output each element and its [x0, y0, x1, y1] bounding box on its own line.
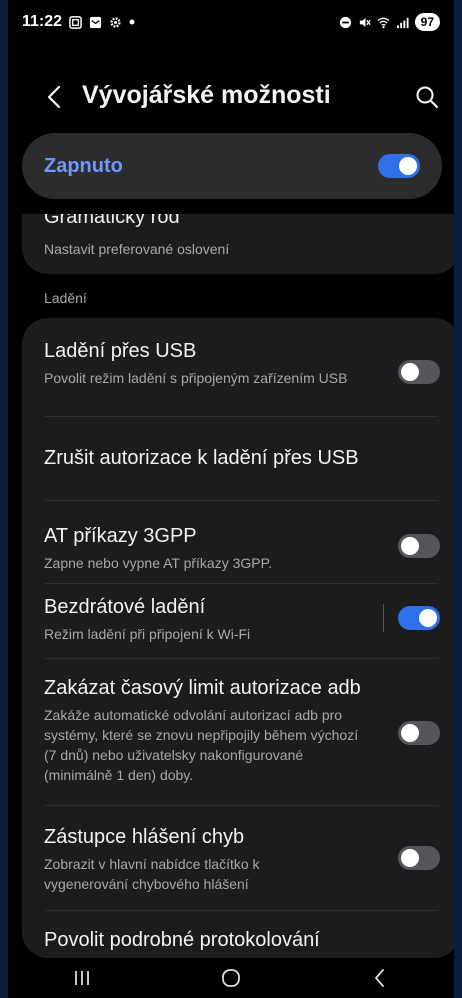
home-icon[interactable] [219, 966, 243, 990]
settings-card: Ladění přes USB Povolit režim ladění s p… [22, 318, 454, 958]
setting-verbose-logging[interactable]: Povolit podrobné protokolování [22, 911, 454, 958]
setting-title: Zakázat časový limit autorizace adb [44, 677, 361, 699]
screenshot-icon [69, 15, 82, 29]
bug-report-toggle[interactable] [398, 846, 440, 870]
app-bar: Vývojářské možnosti [8, 72, 454, 122]
setting-title: AT příkazy 3GPP [44, 525, 197, 547]
dnd-icon [339, 16, 351, 28]
at-commands-toggle[interactable] [398, 534, 440, 558]
status-bar: 11:22 97 [8, 0, 454, 44]
setting-title: Ladění přes USB [44, 340, 197, 362]
setting-usb-debugging[interactable]: Ladění přes USB Povolit režim ladění s p… [22, 318, 454, 416]
master-switch-bar[interactable]: Zapnuto [22, 133, 442, 199]
list-item-partial[interactable]: Gramatický rod Nastavit preferované oslo… [22, 214, 454, 274]
wireless-debugging-toggle[interactable] [398, 606, 440, 630]
navigation-bar [8, 958, 454, 998]
setting-title: Zrušit autorizace k ladění přes USB [44, 447, 359, 469]
section-header: Ladění [44, 290, 87, 306]
setting-subtitle: Zakáže automatické odvolání autorizací a… [44, 707, 359, 783]
signal-icon [396, 17, 409, 28]
adb-timeout-toggle[interactable] [398, 721, 440, 745]
master-switch-label: Zapnuto [44, 154, 123, 177]
vertical-separator [383, 604, 384, 632]
master-toggle[interactable] [378, 154, 420, 178]
setting-subtitle: Zobrazit v hlavní nabídce tlačítko k vyg… [44, 856, 260, 892]
usb-debugging-toggle[interactable] [398, 360, 440, 384]
setting-at-commands[interactable]: AT příkazy 3GPP Zapne nebo vypne AT přík… [22, 501, 454, 583]
setting-subtitle: Povolit režim ladění s připojeným zaříze… [44, 370, 348, 386]
setting-title: Zástupce hlášení chyb [44, 826, 245, 848]
wifi-icon [377, 17, 390, 28]
list-item-subtitle: Nastavit preferované oslovení [44, 241, 230, 257]
battery-badge: 97 [414, 13, 440, 31]
recents-icon[interactable] [70, 966, 94, 990]
page-title: Vývojářské možnosti [82, 81, 331, 109]
back-arrow-icon[interactable] [42, 84, 68, 110]
clock: 11:22 [22, 13, 63, 30]
setting-revoke-usb-auth[interactable]: Zrušit autorizace k ladění přes USB [22, 417, 454, 500]
search-icon[interactable] [414, 84, 440, 110]
phone-screen: 11:22 97 Vývojářské možnosti Zapnuto Gra… [8, 0, 454, 998]
setting-subtitle: Režim ladění při připojení k Wi-Fi [44, 626, 251, 642]
setting-title: Povolit podrobné protokolování [44, 929, 320, 951]
mute-icon [359, 17, 371, 27]
back-icon[interactable] [368, 966, 392, 990]
list-item-title: Gramatický rod [44, 214, 180, 228]
setting-subtitle: Zapne nebo vypne AT příkazy 3GPP. [44, 555, 273, 571]
message-icon [89, 16, 102, 28]
dot-icon [129, 19, 135, 25]
settings-icon [110, 16, 121, 28]
setting-bug-report-shortcut[interactable]: Zástupce hlášení chyb Zobrazit v hlavní … [22, 806, 454, 910]
setting-title: Bezdrátové ladění [44, 596, 206, 618]
setting-disable-adb-timeout[interactable]: Zakázat časový limit autorizace adb Zaká… [22, 659, 454, 805]
setting-wireless-debugging[interactable]: Bezdrátové ladění Režim ladění při připo… [22, 584, 454, 658]
